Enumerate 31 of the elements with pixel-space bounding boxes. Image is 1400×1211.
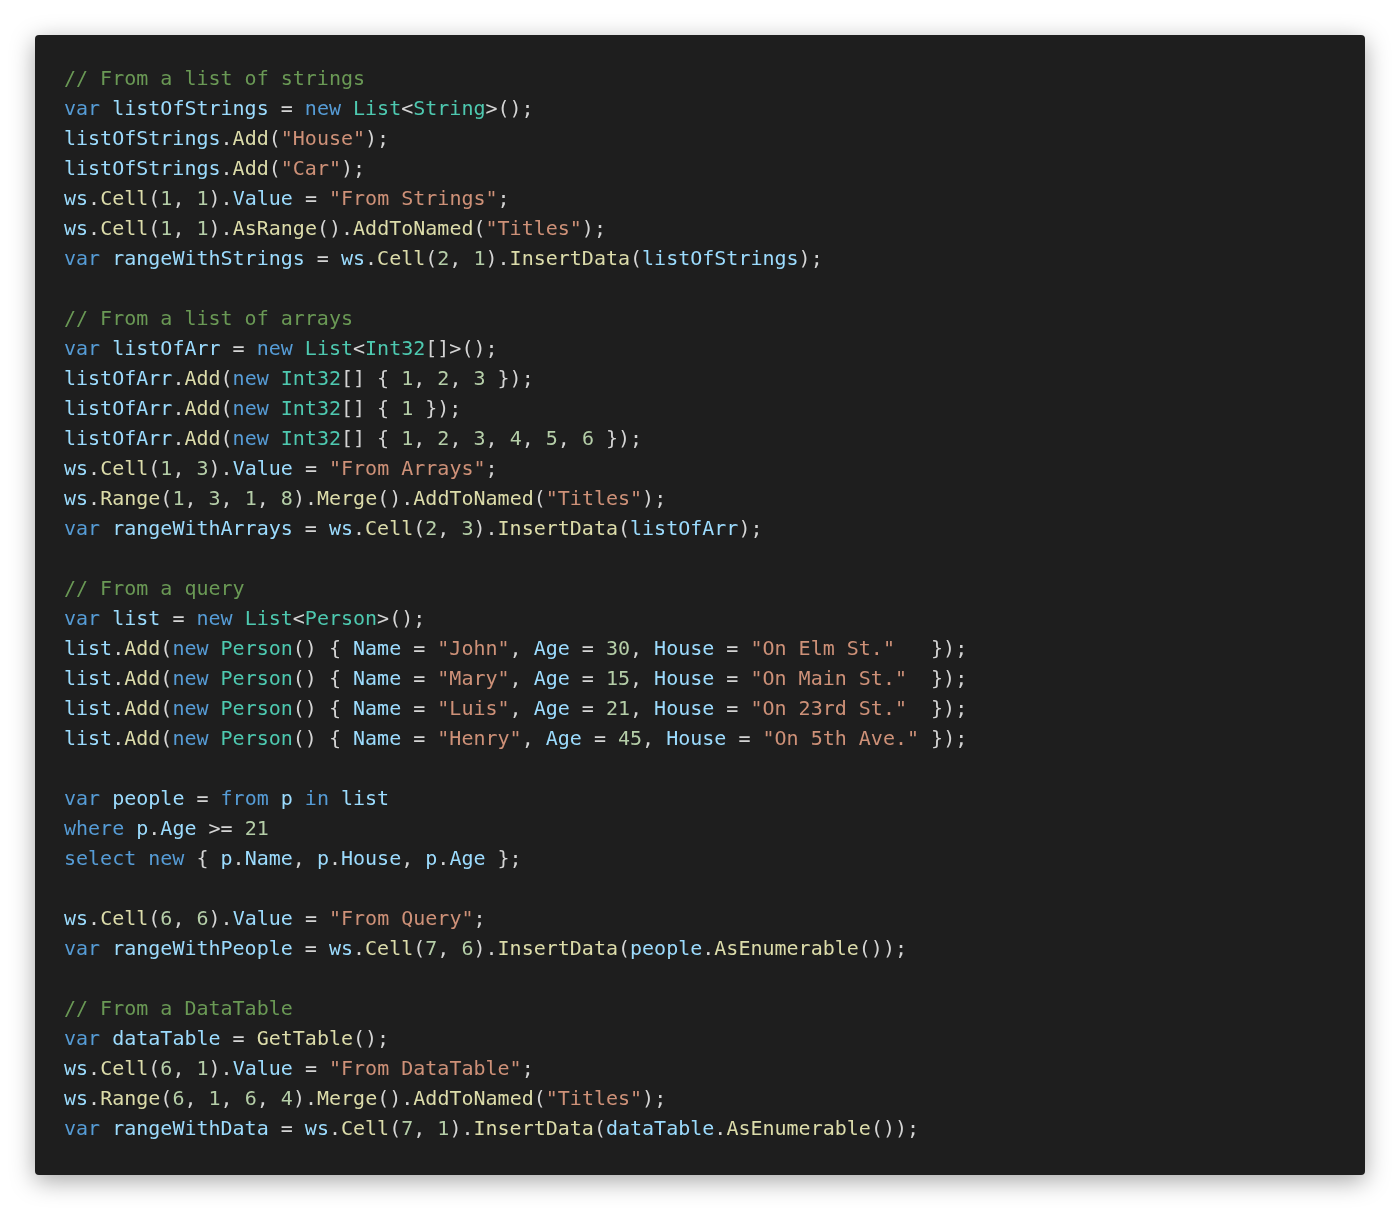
code-line: ws.Cell(1, 1).AsRange().AddToNamed("Titles"); [64,215,606,242]
code-line: var dataTable = GetTable(); [64,1025,390,1052]
code-line: list.Add(new Person() { Name = "Henry", Age = 45, House = "On 5th Ave." }); [64,725,968,752]
code-line: list.Add(new Person() { Name = "Luis", Age = 21, House = "On 23rd St." }); [64,695,968,722]
code-line: var people = from p in list [64,785,390,812]
code-comment: // From a list of arrays [64,305,353,332]
code-comment: // From a DataTable [64,995,293,1022]
code-line: where p.Age >= 21 [64,815,269,842]
code-line: ws.Range(1, 3, 1, 8).Merge().AddToNamed("Titles"); [64,485,667,512]
code-comment: // From a list of strings [64,65,366,92]
code-line: var rangeWithStrings = ws.Cell(2, 1).InsertData(listOfStrings); [64,245,823,272]
code-line: ws.Cell(1, 3).Value = "From Arrays"; [64,455,498,482]
code-line: listOfArr.Add(new Int32[] { 1, 2, 3, 4, 5, 6 }); [64,425,643,452]
code-line: var rangeWithData = ws.Cell(7, 1).InsertData(dataTable.AsEnumerable()); [64,1115,920,1142]
code-line: var listOfStrings = new List<String>(); [64,95,534,122]
code-line: ws.Cell(6, 6).Value = "From Query"; [64,905,486,932]
code-line: listOfStrings.Add("Car"); [64,155,366,182]
code-line: var rangeWithArrays = ws.Cell(2, 3).InsertData(listOfArr); [64,515,763,542]
code-line: select new { p.Name, p.House, p.Age }; [64,845,522,872]
code-line: ws.Cell(1, 1).Value = "From Strings"; [64,185,510,212]
code-line: var listOfArr = new List<Int32[]>(); [64,335,498,362]
code-line: listOfArr.Add(new Int32[] { 1, 2, 3 }); [64,365,534,392]
code-line: list.Add(new Person() { Name = "John", Age = 30, House = "On Elm St." }); [64,635,968,662]
code-comment: // From a query [64,575,245,602]
code-line: list.Add(new Person() { Name = "Mary", Age = 15, House = "On Main St." }); [64,665,968,692]
code-line: ws.Cell(6, 1).Value = "From DataTable"; [64,1055,534,1082]
code-line: listOfArr.Add(new Int32[] { 1 }); [64,395,462,422]
code-line: var rangeWithPeople = ws.Cell(7, 6).InsertData(people.AsEnumerable()); [64,935,907,962]
code-line: ws.Range(6, 1, 6, 4).Merge().AddToNamed("Titles"); [64,1085,667,1112]
code-line: var list = new List<Person>(); [64,605,426,632]
code-line: listOfStrings.Add("House"); [64,125,390,152]
